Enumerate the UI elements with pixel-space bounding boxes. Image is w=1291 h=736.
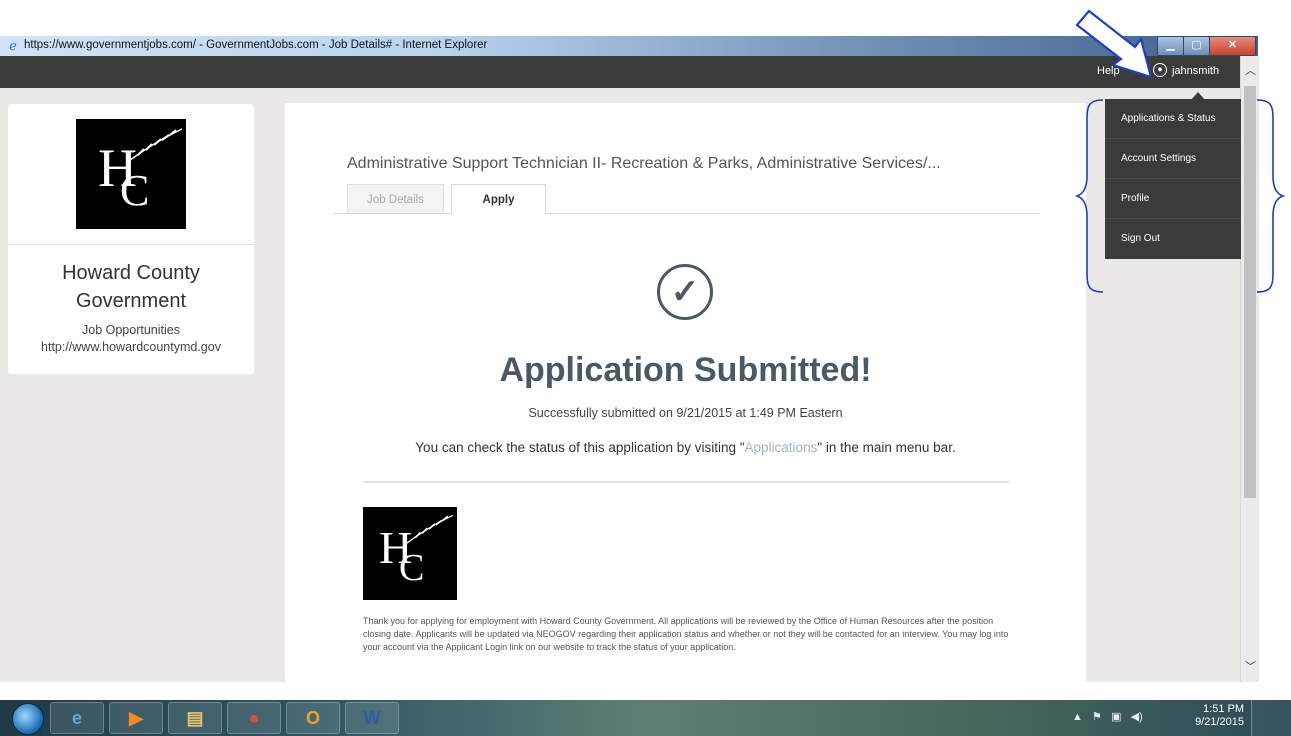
status-instructions: You can check the status of this applica… [285,440,1086,455]
show-desktop-button[interactable] [1251,700,1291,736]
tab-apply[interactable]: Apply [451,184,546,214]
clock-time: 1:51 PM [1203,703,1244,715]
window-title-bar: ℯ https://www.governmentjobs.com/ - Gove… [0,36,1258,56]
system-tray[interactable]: ▲ ⚑ ▣ ◀) [1072,710,1143,723]
scroll-up-icon[interactable]: ︿ [1245,62,1256,78]
organization-url[interactable]: http://www.howardcountymd.gov [8,340,254,354]
organization-card: H C Howard County Government Job Opportu… [8,104,254,374]
annotation-braces-icon [1075,99,1286,293]
organization-name-line2: Government [75,290,187,312]
user-menu-toggle[interactable]: jahnsmith [1172,65,1219,77]
job-title: Administrative Support Technician II- Re… [347,155,941,172]
taskbar-word-icon[interactable]: W [345,702,399,734]
taskbar-media-player-icon[interactable]: ▶ [109,702,163,734]
organization-subtitle: Job Opportunities [82,323,180,337]
taskbar-internet-explorer-icon[interactable]: e [50,702,104,734]
maximize-button[interactable]: ▢ [1183,36,1210,56]
content-divider [363,481,1009,483]
tab-underline [333,213,1040,214]
window-title: https://www.governmentjobs.com/ - Govern… [24,39,488,51]
internet-explorer-icon: ℯ [9,38,17,53]
tab-job-details[interactable]: Job Details [347,184,444,214]
checkmark-circle-icon: ✓ [657,264,713,320]
status-suffix: " in the main menu bar. [817,440,956,455]
close-button[interactable]: ✕ [1209,36,1256,56]
app-header [0,56,1240,88]
status-prefix: You can check the status of this applica… [415,440,745,455]
card-divider [8,244,254,245]
annotation-arrow-icon [1075,9,1153,79]
system-clock[interactable]: 1:51 PM 9/21/2015 [1180,703,1244,729]
submission-timestamp: Successfully submitted on 9/21/2015 at 1… [528,406,843,420]
taskbar-file-explorer-icon[interactable]: ▤ [168,702,222,734]
page-bottom-strip [0,682,1291,700]
start-button[interactable] [12,703,44,735]
clock-date: 9/21/2015 [1195,716,1244,728]
applications-link[interactable]: Applications [745,440,818,455]
confirmation-heading: Application Submitted! [499,351,872,389]
thank-you-message: Thank you for applying for employment wi… [363,616,1009,652]
organization-logo-small: H C [363,507,457,600]
taskbar-chrome-icon[interactable]: ● [227,702,281,734]
scroll-down-icon[interactable]: ﹀ [1245,658,1256,674]
organization-name: Howard County [62,262,200,284]
taskbar-outlook-icon[interactable]: O [286,702,340,734]
organization-logo: H C [76,119,186,229]
